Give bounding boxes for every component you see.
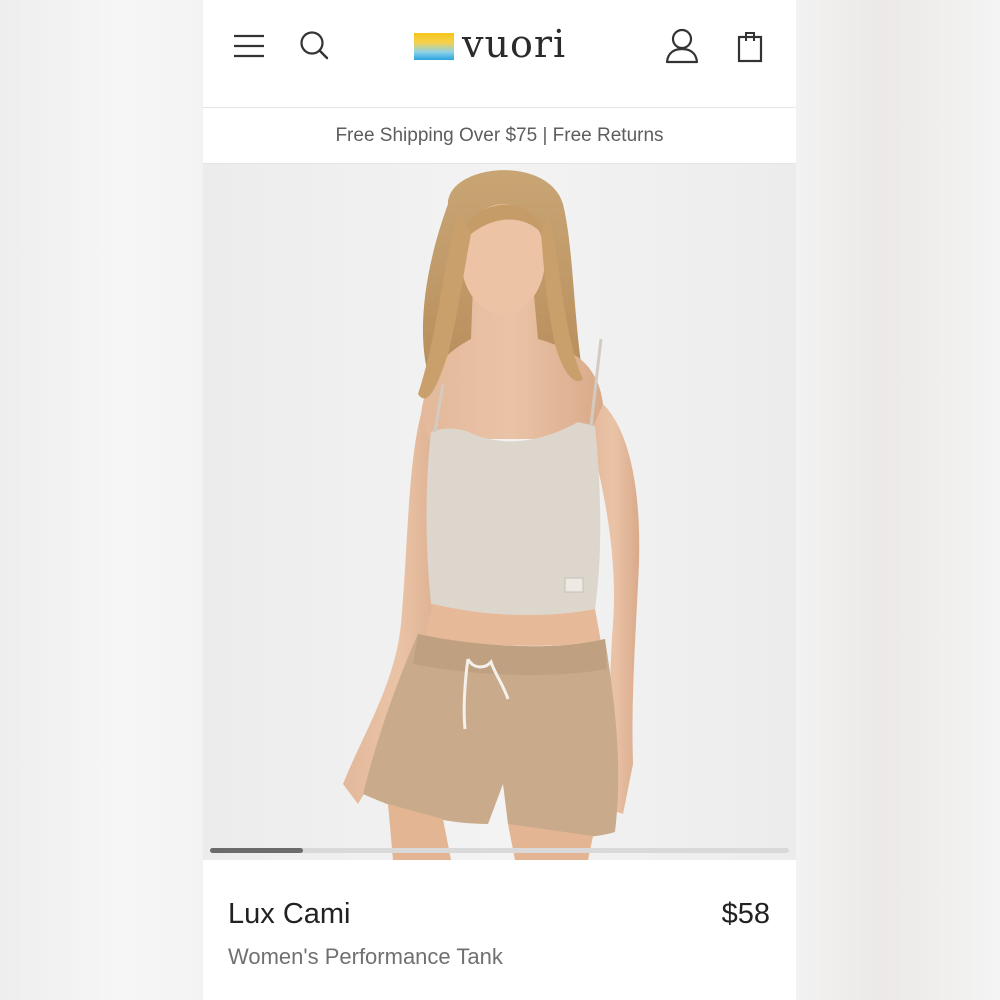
product-price: $58 — [721, 898, 770, 930]
product-hero-image[interactable] — [203, 164, 796, 860]
menu-button[interactable] — [231, 29, 267, 63]
site-header: vuori — [203, 0, 796, 108]
logo-mark-icon — [414, 32, 454, 60]
promo-banner[interactable]: Free Shipping Over $75 | Free Returns — [203, 108, 796, 164]
carousel-progress-fill — [210, 848, 303, 853]
logo-wordmark: vuori — [462, 22, 567, 66]
product-name[interactable]: Lux Cami — [228, 898, 351, 931]
search-button[interactable] — [297, 28, 331, 62]
account-button[interactable] — [663, 27, 701, 65]
product-photo — [203, 164, 796, 860]
promo-text: Free Shipping Over $75 | Free Returns — [335, 124, 664, 146]
search-icon — [300, 31, 329, 60]
shopping-bag-icon — [737, 32, 763, 63]
product-subtitle: Women's Performance Tank — [228, 944, 503, 969]
mobile-page: vuori Free Shipping Over $75 | Free Retu… — [203, 0, 796, 1000]
vuori-logo[interactable]: vuori — [414, 22, 567, 66]
menu-icon — [234, 34, 264, 58]
cart-button[interactable] — [733, 27, 767, 65]
product-info: Lux Cami $58 Women's Performance Tank — [203, 860, 796, 1000]
carousel-progress-track[interactable] — [210, 848, 789, 853]
account-icon — [665, 28, 699, 64]
